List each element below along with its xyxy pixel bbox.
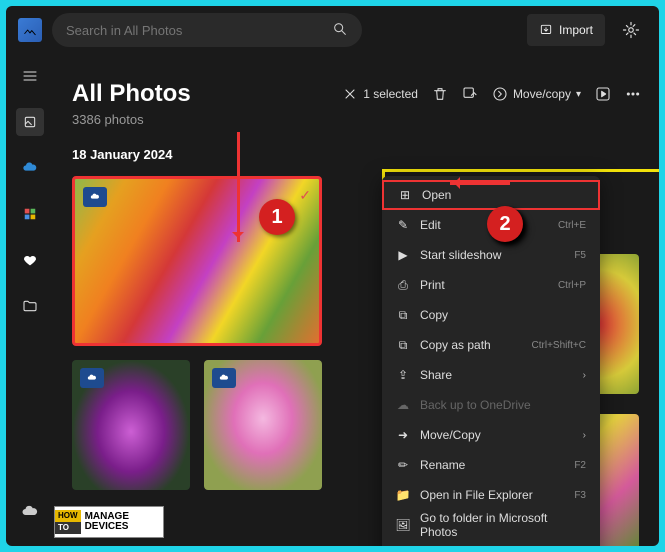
context-menu-slideshow[interactable]: ▶Start slideshowF5 xyxy=(382,240,600,270)
move-icon xyxy=(492,86,508,102)
context-menu-go-folder[interactable]: 🖼Go to folder in Microsoft Photos xyxy=(382,510,600,540)
checkmark-icon: ✓ xyxy=(299,187,311,204)
share-icon: ⇪ xyxy=(396,368,410,382)
sidebar xyxy=(6,54,54,546)
app-logo-icon xyxy=(18,18,42,42)
context-menu-backup: ☁Back up to OneDrive xyxy=(382,390,600,420)
ellipsis-icon xyxy=(625,86,641,102)
photo-thumbnail[interactable] xyxy=(72,360,190,490)
sidebar-item-folders[interactable] xyxy=(16,292,44,320)
folder-icon: 📁 xyxy=(396,488,410,502)
cloud-sync-icon xyxy=(21,503,39,521)
movecopy-button[interactable]: Move/copy ▾ xyxy=(492,86,581,102)
context-menu-share[interactable]: ⇪Share› xyxy=(382,360,600,390)
movecopy-label: Move/copy xyxy=(513,87,571,101)
play-icon xyxy=(595,86,611,102)
photo-stack-icon xyxy=(22,114,38,130)
import-icon xyxy=(539,23,553,37)
annotation-arrow xyxy=(450,182,510,185)
trash-icon xyxy=(432,86,448,102)
chevron-right-icon: › xyxy=(583,370,586,381)
onedrive-badge-icon xyxy=(83,187,107,207)
move-icon: ➜ xyxy=(396,428,410,442)
backup-icon: ☁ xyxy=(396,398,410,412)
selected-count: 1 selected xyxy=(363,87,418,101)
sidebar-item-onedrive[interactable] xyxy=(16,154,44,182)
import-label: Import xyxy=(559,23,593,37)
slideshow-button-toolbar[interactable] xyxy=(595,86,611,102)
sidebar-item-memories[interactable] xyxy=(16,200,44,228)
context-menu-rename[interactable]: ✏RenameF2 xyxy=(382,450,600,480)
pencil-icon: ✎ xyxy=(396,218,410,232)
search-input[interactable] xyxy=(66,23,332,38)
memories-icon xyxy=(23,207,37,221)
edit-button-toolbar[interactable] xyxy=(462,86,478,102)
cloud-icon xyxy=(22,160,38,176)
heart-icon xyxy=(22,252,38,268)
print-icon: ⎙ xyxy=(396,278,410,293)
import-button[interactable]: Import xyxy=(527,14,605,46)
context-menu-copy-path[interactable]: ⧉Copy as pathCtrl+Shift+C xyxy=(382,330,600,360)
annotation-callout-2: 2 xyxy=(487,206,523,242)
page-title: All Photos xyxy=(72,80,191,108)
gear-icon xyxy=(622,21,640,39)
edit-image-icon xyxy=(462,86,478,102)
context-menu-movecopy[interactable]: ➜Move/Copy› xyxy=(382,420,600,450)
context-menu-open-explorer[interactable]: 📁Open in File ExplorerF3 xyxy=(382,480,600,510)
sidebar-item-favorites[interactable] xyxy=(16,246,44,274)
context-menu-print[interactable]: ⎙PrintCtrl+P xyxy=(382,270,600,300)
sidebar-cloud-sync[interactable] xyxy=(16,498,44,526)
rename-icon: ✏ xyxy=(396,458,410,472)
clear-selection-button[interactable]: 1 selected xyxy=(342,86,418,102)
goto-icon: 🖼 xyxy=(396,518,410,532)
search-icon xyxy=(332,21,348,40)
onedrive-badge-icon xyxy=(212,368,236,388)
photo-count: 3386 photos xyxy=(72,112,191,127)
delete-button[interactable] xyxy=(432,86,448,102)
folder-icon xyxy=(22,298,38,314)
annotation-arrow xyxy=(237,132,240,242)
slideshow-icon: ▶ xyxy=(396,248,410,262)
open-icon: ⊞ xyxy=(398,188,412,202)
close-icon xyxy=(342,86,358,102)
context-menu-create-video[interactable]: ▮Create a video xyxy=(382,540,600,546)
chevron-right-icon: › xyxy=(583,430,586,441)
more-button[interactable] xyxy=(625,86,641,102)
menu-button[interactable] xyxy=(16,62,44,90)
context-menu-copy[interactable]: ⧉Copy xyxy=(382,300,600,330)
annotation-callout-1: 1 xyxy=(259,199,295,235)
date-header: 18 January 2024 xyxy=(72,147,641,162)
chevron-down-icon: ▾ xyxy=(576,89,581,100)
copy-path-icon: ⧉ xyxy=(396,338,410,353)
photo-thumbnail[interactable] xyxy=(204,360,322,490)
settings-button[interactable] xyxy=(615,14,647,46)
watermark-badge: HOW TO MANAGE DEVICES xyxy=(54,506,164,538)
hamburger-icon xyxy=(22,68,38,84)
copy-icon: ⧉ xyxy=(396,308,410,323)
search-container[interactable] xyxy=(52,13,362,47)
sidebar-item-all-photos[interactable] xyxy=(16,108,44,136)
onedrive-badge-icon xyxy=(80,368,104,388)
